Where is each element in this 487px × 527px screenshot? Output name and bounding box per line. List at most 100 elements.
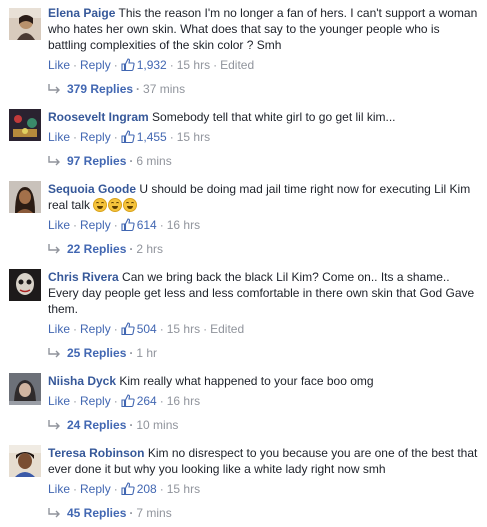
comment-text: Kim really what happened to your face bo… <box>119 374 374 388</box>
view-replies-link[interactable]: 22 Replies · 2 hrs <box>48 242 163 257</box>
separator: · <box>129 418 134 432</box>
replies-count: 97 Replies <box>67 154 127 168</box>
separator: · <box>113 130 118 144</box>
like-count[interactable]: 264 <box>121 394 157 408</box>
replies-count: 379 Replies <box>67 82 134 96</box>
separator: · <box>159 218 164 232</box>
comment-author[interactable]: Teresa Robinson <box>48 446 144 460</box>
reply-button[interactable]: Reply <box>80 394 111 408</box>
like-count[interactable]: 1,932 <box>121 58 167 72</box>
comment-body: Teresa Robinson Kim no disrespect to you… <box>48 445 478 477</box>
thumbs-up-icon <box>121 58 135 74</box>
avatar[interactable] <box>9 109 41 141</box>
thumbs-up-icon <box>121 394 135 410</box>
view-replies-link[interactable]: 25 Replies · 1 hr <box>48 346 157 361</box>
avatar[interactable] <box>9 181 41 213</box>
separator: · <box>129 506 134 520</box>
separator: · <box>113 482 118 496</box>
comment-body: Chris Rivera Can we bring back the black… <box>48 269 478 317</box>
like-button[interactable]: Like <box>48 322 70 336</box>
separator: · <box>169 58 174 72</box>
grinning-face-icon <box>108 198 123 212</box>
comment-actions: Like · Reply · 504 · 15 hrs · Edited <box>48 322 244 338</box>
separator: · <box>203 322 208 336</box>
comment-author[interactable]: Roosevelt Ingram <box>48 110 149 124</box>
like-count[interactable]: 1,455 <box>121 130 167 144</box>
avatar[interactable] <box>9 8 41 40</box>
reply-button[interactable]: Reply <box>80 482 111 496</box>
view-replies-link[interactable]: 45 Replies · 7 mins <box>48 506 172 521</box>
like-button[interactable]: Like <box>48 394 70 408</box>
replies-time: 2 hrs <box>136 242 164 256</box>
reply-arrow-icon <box>48 507 61 521</box>
avatar[interactable] <box>9 373 41 405</box>
reply-arrow-icon <box>48 243 61 257</box>
reply-button[interactable]: Reply <box>80 322 111 336</box>
comment-time[interactable]: 15 hrs <box>167 322 200 336</box>
comment-time[interactable]: 16 hrs <box>167 218 200 232</box>
like-count[interactable]: 208 <box>121 482 157 496</box>
view-replies-link[interactable]: 379 Replies · 37 mins <box>48 82 185 97</box>
separator: · <box>169 130 174 144</box>
separator: · <box>73 394 78 408</box>
like-count[interactable]: 614 <box>121 218 157 232</box>
replies-time: 37 mins <box>143 82 186 96</box>
comment-body: Elena Paige This the reason I'm no longe… <box>48 5 478 53</box>
avatar[interactable] <box>9 445 41 477</box>
separator: · <box>129 346 134 360</box>
replies-time: 10 mins <box>136 418 179 432</box>
view-replies-link[interactable]: 24 Replies · 10 mins <box>48 418 178 433</box>
like-button[interactable]: Like <box>48 218 70 232</box>
comment-time[interactable]: 16 hrs <box>167 394 200 408</box>
reply-arrow-icon <box>48 155 61 169</box>
replies-time: 1 hr <box>136 346 158 360</box>
comment-body: Sequoia Goode U should be doing mad jail… <box>48 181 478 213</box>
separator: · <box>73 482 78 496</box>
comment-author[interactable]: Elena Paige <box>48 6 115 20</box>
replies-time: 6 mins <box>136 154 172 168</box>
reply-arrow-icon <box>48 347 61 361</box>
separator: · <box>113 322 118 336</box>
like-button[interactable]: Like <box>48 482 70 496</box>
like-count[interactable]: 504 <box>121 322 157 336</box>
like-count-value: 614 <box>136 218 157 232</box>
separator: · <box>73 218 78 232</box>
avatar[interactable] <box>9 269 41 301</box>
reply-button[interactable]: Reply <box>80 58 111 72</box>
comment-text: Somebody tell that white girl to go get … <box>152 110 396 124</box>
like-button[interactable]: Like <box>48 58 70 72</box>
separator: · <box>129 154 134 168</box>
separator: · <box>213 58 218 72</box>
comment-actions: Like · Reply · 208 · 15 hrs <box>48 482 200 498</box>
comment-author[interactable]: Sequoia Goode <box>48 182 136 196</box>
comment-body: Niisha Dyck Kim really what happened to … <box>48 373 478 389</box>
like-button[interactable]: Like <box>48 130 70 144</box>
comment-time[interactable]: 15 hrs <box>177 58 210 72</box>
separator: · <box>73 322 78 336</box>
edited-label[interactable]: Edited <box>220 58 254 72</box>
replies-count: 45 Replies <box>67 506 127 520</box>
thumbs-up-icon <box>121 218 135 234</box>
comment-author[interactable]: Chris Rivera <box>48 270 119 284</box>
reply-arrow-icon <box>48 419 61 433</box>
separator: · <box>159 482 164 496</box>
view-replies-link[interactable]: 97 Replies · 6 mins <box>48 154 172 169</box>
separator: · <box>129 242 134 256</box>
edited-label[interactable]: Edited <box>210 322 244 336</box>
separator: · <box>159 322 164 336</box>
thumbs-up-icon <box>121 130 135 146</box>
separator: · <box>73 58 78 72</box>
reply-arrow-icon <box>48 83 61 97</box>
comment-actions: Like · Reply · 1,455 · 15 hrs <box>48 130 210 146</box>
reply-button[interactable]: Reply <box>80 218 111 232</box>
like-count-value: 1,932 <box>136 58 167 72</box>
separator: · <box>73 130 78 144</box>
comment-actions: Like · Reply · 614 · 16 hrs <box>48 218 200 234</box>
comment-author[interactable]: Niisha Dyck <box>48 374 116 388</box>
reply-button[interactable]: Reply <box>80 130 111 144</box>
separator: · <box>136 82 141 96</box>
like-count-value: 504 <box>136 322 157 336</box>
comment-body: Roosevelt Ingram Somebody tell that whit… <box>48 109 478 125</box>
comment-time[interactable]: 15 hrs <box>167 482 200 496</box>
comment-time[interactable]: 15 hrs <box>177 130 210 144</box>
